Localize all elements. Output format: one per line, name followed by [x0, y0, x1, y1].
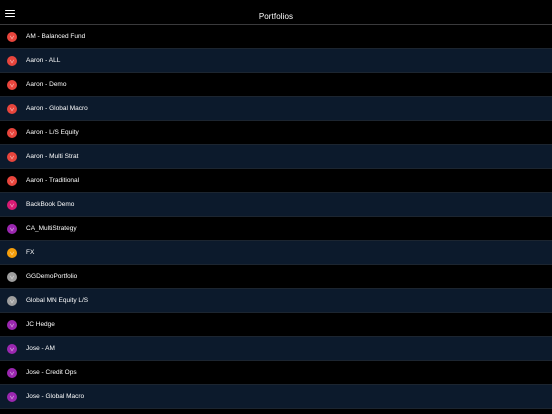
list-item[interactable]: Jose - Credit Ops — [0, 361, 552, 385]
list-item[interactable]: Jose - AM — [0, 337, 552, 361]
purple-badge-icon — [7, 392, 17, 402]
portfolio-name: JC Hedge — [26, 321, 55, 328]
portfolio-name: GGDemoPortfolio — [26, 273, 78, 280]
list-item[interactable]: CA_MultiStrategy — [0, 217, 552, 241]
purple-badge-icon — [7, 344, 17, 354]
list-item[interactable]: Aaron - L/S Equity — [0, 121, 552, 145]
portfolio-name: Aaron - L/S Equity — [26, 129, 79, 136]
portfolio-list[interactable]: AM - Balanced Fund Aaron - ALL Aaron - Dem… — [0, 25, 552, 414]
portfolio-name: Aaron - ALL — [26, 57, 61, 64]
purple-badge-icon — [7, 368, 17, 378]
portfolios-screen: Portfolios AM - Balanced Fund Aaron - ALL… — [0, 0, 552, 414]
list-item[interactable]: Aaron - Demo — [0, 73, 552, 97]
portfolio-name: BackBook Demo — [26, 201, 75, 208]
list-item[interactable]: GGDemoPortfolio — [0, 265, 552, 289]
red-badge-icon — [7, 32, 17, 42]
hamburger-menu-icon[interactable] — [5, 10, 15, 18]
page-title: Portfolios — [258, 12, 294, 21]
portfolio-name: Aaron - Multi Strat — [26, 153, 79, 160]
portfolio-name: CA_MultiStrategy — [26, 225, 77, 232]
red-badge-icon — [7, 152, 17, 162]
list-item[interactable]: FX — [0, 241, 552, 265]
portfolio-name: Jose - AM — [26, 345, 55, 352]
portfolio-name: Global MN Equity L/S — [26, 297, 89, 304]
portfolio-name: Jose - Global Macro — [26, 393, 85, 400]
list-item[interactable]: Aaron - ALL — [0, 49, 552, 73]
red-badge-icon — [7, 176, 17, 186]
gray-badge-icon — [7, 296, 17, 306]
list-item[interactable]: Jose - Global Macro — [0, 385, 552, 409]
list-item[interactable]: JC Hedge — [0, 313, 552, 337]
portfolio-name: Aaron - Demo — [26, 81, 67, 88]
list-item[interactable]: Aaron - Traditional — [0, 169, 552, 193]
list-item[interactable]: BackBook Demo — [0, 193, 552, 217]
list-item[interactable]: Global MN Equity L/S — [0, 289, 552, 313]
list-item[interactable]: Aaron - Global Macro — [0, 97, 552, 121]
gray-badge-icon — [7, 272, 17, 282]
list-item[interactable]: Aaron - Multi Strat — [0, 145, 552, 169]
portfolio-name: AM - Balanced Fund — [26, 33, 86, 40]
portfolio-name: Aaron - Global Macro — [26, 105, 88, 112]
navigation-bar: Portfolios — [0, 0, 552, 25]
red-badge-icon — [7, 56, 17, 66]
portfolio-name: Jose - Credit Ops — [26, 369, 77, 376]
purple-badge-icon — [7, 224, 17, 234]
pink-badge-icon — [7, 200, 17, 210]
list-item[interactable] — [0, 409, 552, 414]
red-badge-icon — [7, 80, 17, 90]
portfolio-name: FX — [26, 249, 35, 256]
red-badge-icon — [7, 128, 17, 138]
orange-badge-icon — [7, 248, 17, 258]
purple-badge-icon — [7, 320, 17, 330]
portfolio-name: Aaron - Traditional — [26, 177, 80, 184]
red-badge-icon — [7, 104, 17, 114]
list-item[interactable]: AM - Balanced Fund — [0, 25, 552, 49]
